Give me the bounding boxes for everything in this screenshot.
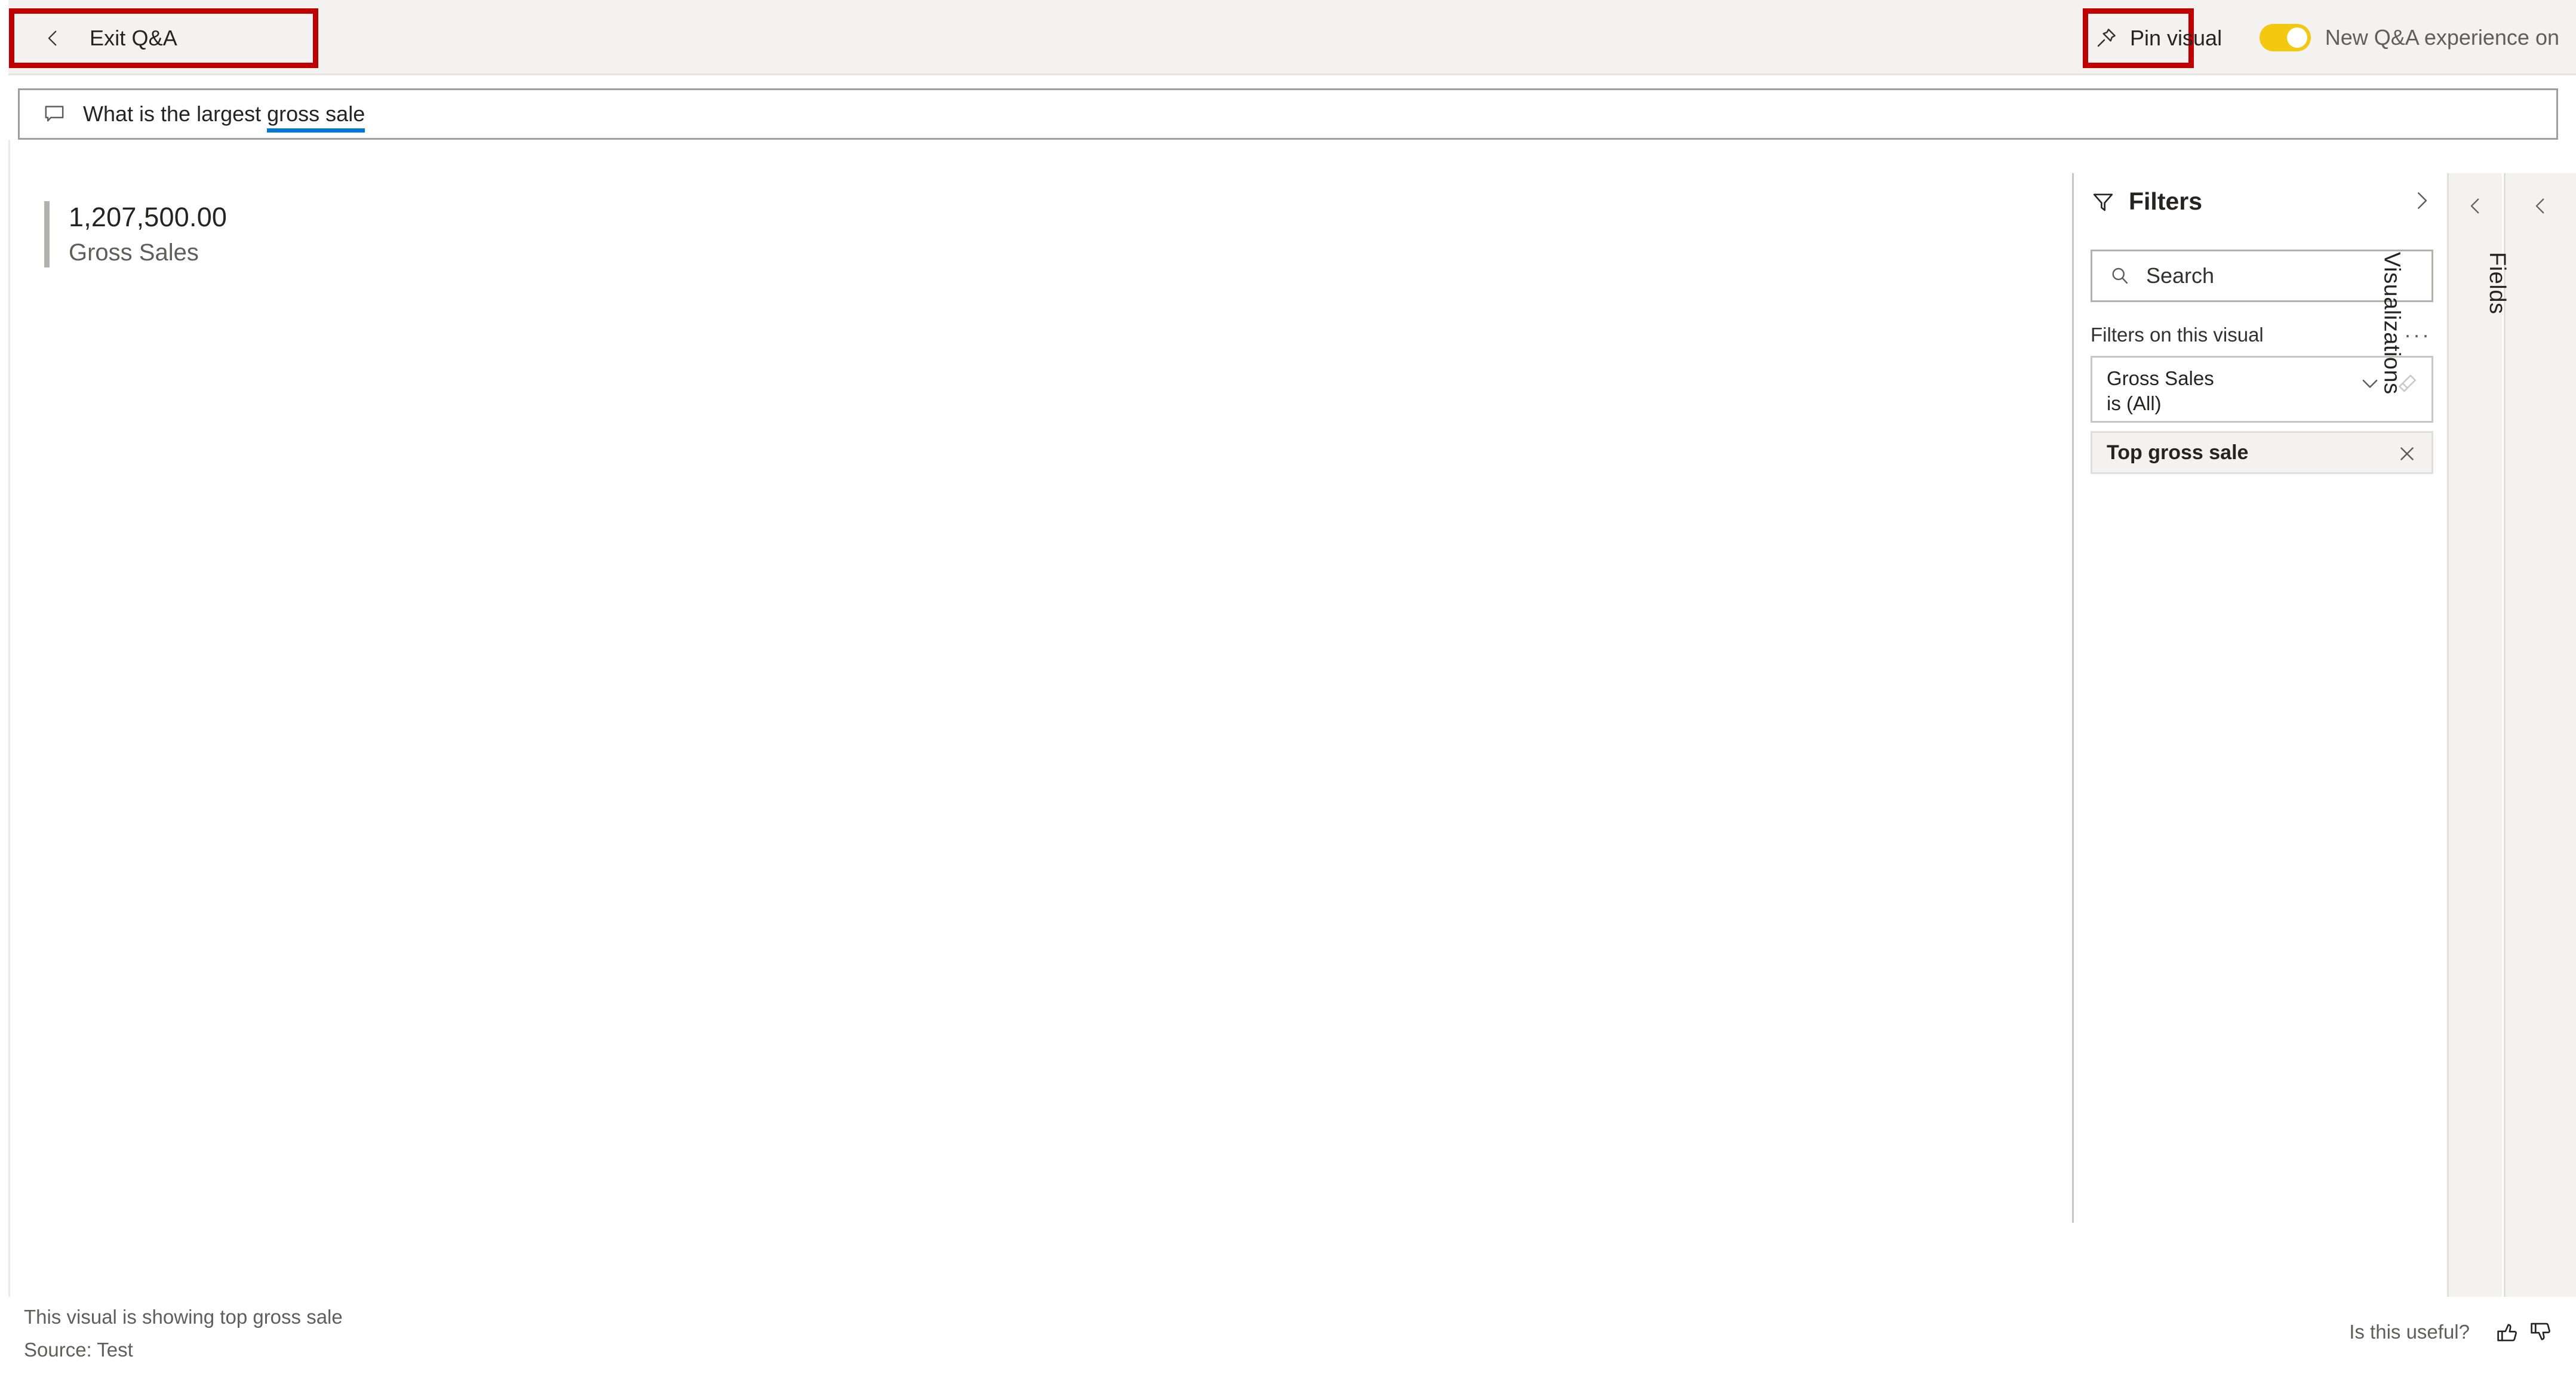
pin-visual-label: Pin visual <box>2130 26 2223 50</box>
chevron-left-icon <box>43 28 63 48</box>
toggle-knob <box>2286 27 2307 48</box>
question-text: What is the largest gross sale <box>83 102 365 133</box>
fields-panel-label: Fields <box>2484 252 2510 315</box>
card-value: 1,207,500.00 <box>69 202 228 232</box>
speech-bubble-icon <box>45 106 64 122</box>
filters-more-menu-button[interactable]: ··· <box>2402 324 2433 346</box>
question-text-prefix: What is the largest <box>83 102 268 126</box>
filter-card-field: Gross Sales <box>2107 367 2214 389</box>
filters-header: Filters <box>2091 187 2433 216</box>
visual-explanation-line: This visual is showing top gross sale <box>24 1306 343 1328</box>
question-keyword: gross sale <box>267 102 365 133</box>
filter-card-condition: is (All) <box>2107 392 2162 414</box>
chevron-left-icon[interactable] <box>2531 196 2551 216</box>
chevron-down-icon[interactable] <box>2359 372 2381 395</box>
visualizations-panel-label: Visualizations <box>2379 252 2405 395</box>
new-qa-experience-label: New Q&A experience on <box>2325 25 2559 50</box>
pin-icon <box>2097 29 2116 47</box>
card-label: Gross Sales <box>69 239 199 266</box>
exit-qa-button[interactable]: Exit Q&A <box>9 8 318 68</box>
visual-explanation: This visual is showing top gross sale So… <box>24 1305 343 1362</box>
search-icon <box>2112 267 2128 284</box>
filters-title: Filters <box>2129 187 2203 215</box>
funnel-icon <box>2093 193 2113 211</box>
feedback-label: Is this useful? <box>2349 1321 2470 1343</box>
filters-on-visual-title: Filters on this visual <box>2091 324 2264 346</box>
card-accent-bar <box>44 201 50 267</box>
filter-chip-top-gross-sale[interactable]: Top gross sale <box>2091 431 2433 474</box>
sidebar-item-visualizations[interactable]: Visualizations <box>2379 173 2502 1297</box>
sidebar-item-fields[interactable]: Fields <box>2485 173 2576 1297</box>
question-input[interactable]: What is the largest gross sale <box>18 88 2558 140</box>
qa-result-canvas: 1,207,500.00 Gross Sales <box>8 140 2072 1297</box>
close-icon[interactable] <box>2396 442 2418 465</box>
pin-visual-button[interactable]: Pin visual <box>2083 8 2222 68</box>
filters-collapse-button[interactable] <box>2409 189 2433 213</box>
top-toolbar: Exit Q&A Pin visual New Q&A experience o… <box>0 0 2576 75</box>
exit-qa-label: Exit Q&A <box>90 26 177 50</box>
filter-chip-label: Top gross sale <box>2107 441 2249 464</box>
canvas-left-edge <box>8 140 10 1297</box>
thumbs-down-icon[interactable] <box>2528 1320 2553 1345</box>
visual-source-line: Source: Test <box>24 1338 133 1361</box>
filters-search-placeholder: Search <box>2146 263 2215 288</box>
qa-experience-toggle-group: New Q&A experience on <box>2259 0 2559 75</box>
feedback-area: Is this useful? <box>2349 1320 2553 1345</box>
chevron-left-icon[interactable] <box>2466 196 2486 216</box>
card-visual[interactable]: 1,207,500.00 Gross Sales <box>44 201 227 267</box>
toolbar-left-rail <box>0 0 8 75</box>
thumbs-up-icon[interactable] <box>2495 1320 2520 1345</box>
powerbi-qa-screen: Exit Q&A Pin visual New Q&A experience o… <box>0 0 2576 1381</box>
new-qa-experience-toggle[interactable] <box>2259 24 2311 51</box>
